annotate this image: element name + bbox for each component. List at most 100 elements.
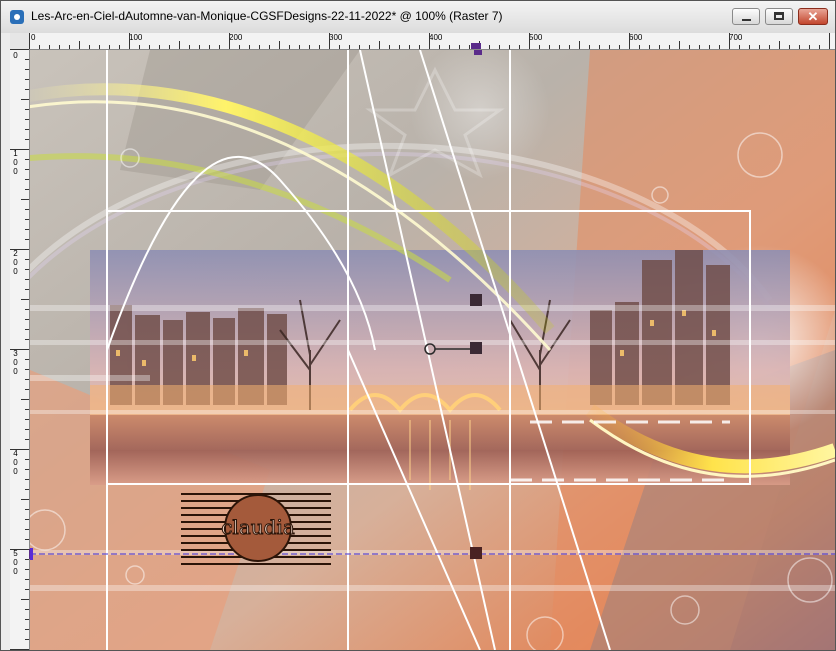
ruler-tick — [25, 429, 29, 430]
ruler-tick — [10, 349, 29, 350]
ruler-tick — [739, 45, 740, 49]
ruler-tick — [469, 45, 470, 49]
ruler-tick — [109, 45, 110, 49]
ruler-tick — [779, 41, 780, 49]
ruler-tick — [389, 45, 390, 49]
ruler-label: 1 0 0 — [13, 149, 18, 176]
ruler-tick — [309, 45, 310, 49]
ruler-label: 700 — [729, 33, 743, 42]
ruler-tick — [339, 45, 340, 49]
ruler-tick — [25, 409, 29, 410]
ruler-tick — [459, 45, 460, 49]
ruler-tick — [449, 45, 450, 49]
ruler-tick — [25, 79, 29, 80]
ruler-tick — [25, 489, 29, 490]
ruler-tick — [599, 45, 600, 49]
ruler-tick — [25, 379, 29, 380]
ruler-label: 200 — [229, 33, 243, 42]
ruler-tick — [25, 259, 29, 260]
ruler-tick — [709, 45, 710, 49]
ruler-label: 600 — [629, 33, 643, 42]
artwork — [30, 50, 835, 650]
ruler-tick — [379, 41, 380, 49]
ruler-tick — [21, 199, 29, 200]
ruler-label: 500 — [529, 33, 543, 42]
ruler-tick — [25, 309, 29, 310]
ruler-tick — [25, 479, 29, 480]
window-title: Les-Arc-en-Ciel-dAutomne-van-Monique-CGS… — [31, 9, 503, 23]
ruler-label: 0 — [13, 51, 18, 60]
ruler-tick — [729, 33, 730, 49]
ruler-tick — [649, 45, 650, 49]
ruler-tick — [699, 45, 700, 49]
ruler-tick — [569, 45, 570, 49]
ruler-tick — [129, 33, 130, 49]
ruler-tick — [25, 159, 29, 160]
ruler-tick — [25, 89, 29, 90]
close-button[interactable]: ✕ — [798, 8, 828, 25]
ruler-tick — [25, 209, 29, 210]
ruler-tick — [689, 45, 690, 49]
ruler-tick — [159, 45, 160, 49]
ruler-tick — [499, 45, 500, 49]
ruler-tick — [89, 45, 90, 49]
ruler-tick — [819, 45, 820, 49]
ruler-tick — [25, 439, 29, 440]
ruler-tick — [769, 45, 770, 49]
ruler-label: 4 0 0 — [13, 449, 18, 476]
ruler-tick — [25, 619, 29, 620]
watermark-logo: claudia — [181, 493, 331, 565]
ruler-label: 100 — [129, 33, 143, 42]
watermark-text: claudia — [221, 515, 295, 539]
minimize-button[interactable] — [732, 8, 760, 25]
horizontal-ruler[interactable]: 0 100 200 300 400 500 600 700 — [29, 33, 835, 50]
ruler-tick — [299, 45, 300, 49]
ruler-tick — [799, 45, 800, 49]
ruler-tick — [619, 45, 620, 49]
ruler-corner — [10, 33, 29, 49]
ruler-label: 2 0 0 — [13, 249, 18, 276]
ruler-tick — [25, 389, 29, 390]
ruler-tick — [25, 519, 29, 520]
ruler-tick — [609, 45, 610, 49]
ruler-tick — [239, 45, 240, 49]
ruler-tick — [25, 359, 29, 360]
ruler-tick — [69, 45, 70, 49]
ruler-tick — [25, 179, 29, 180]
ruler-tick — [639, 45, 640, 49]
vertical-ruler[interactable]: 0 1 0 0 2 0 0 3 0 0 4 0 0 5 0 0 — [10, 49, 30, 650]
ruler-tick — [829, 33, 830, 49]
ruler-tick — [519, 45, 520, 49]
minimize-icon — [742, 19, 751, 21]
ruler-tick — [10, 249, 29, 250]
ruler-tick — [139, 45, 140, 49]
ruler-tick — [589, 45, 590, 49]
ruler-tick — [25, 469, 29, 470]
ruler-tick — [549, 45, 550, 49]
ruler-tick — [559, 45, 560, 49]
ruler-tick — [25, 539, 29, 540]
ruler-tick — [25, 279, 29, 280]
ruler-tick — [419, 45, 420, 49]
ruler-tick — [119, 45, 120, 49]
ruler-tick — [539, 45, 540, 49]
ruler-tick — [359, 45, 360, 49]
ruler-tick — [409, 45, 410, 49]
ruler-tick — [99, 45, 100, 49]
image-canvas[interactable]: claudia — [30, 50, 835, 650]
ruler-tick — [29, 33, 30, 49]
ruler-tick — [279, 41, 280, 49]
ruler-tick — [169, 45, 170, 49]
ruler-tick — [79, 41, 80, 49]
ruler-tick — [229, 33, 230, 49]
ruler-tick — [25, 119, 29, 120]
image-window: Les-Arc-en-Ciel-dAutomne-van-Monique-CGS… — [0, 0, 836, 651]
ruler-tick — [399, 45, 400, 49]
ruler-label: 5 0 0 — [13, 549, 18, 576]
ruler-tick — [10, 549, 29, 550]
title-bar[interactable]: Les-Arc-en-Ciel-dAutomne-van-Monique-CGS… — [1, 1, 835, 34]
ruler-tick — [25, 369, 29, 370]
ruler-tick — [25, 59, 29, 60]
ruler-tick — [10, 49, 29, 50]
maximize-button[interactable] — [765, 8, 793, 25]
